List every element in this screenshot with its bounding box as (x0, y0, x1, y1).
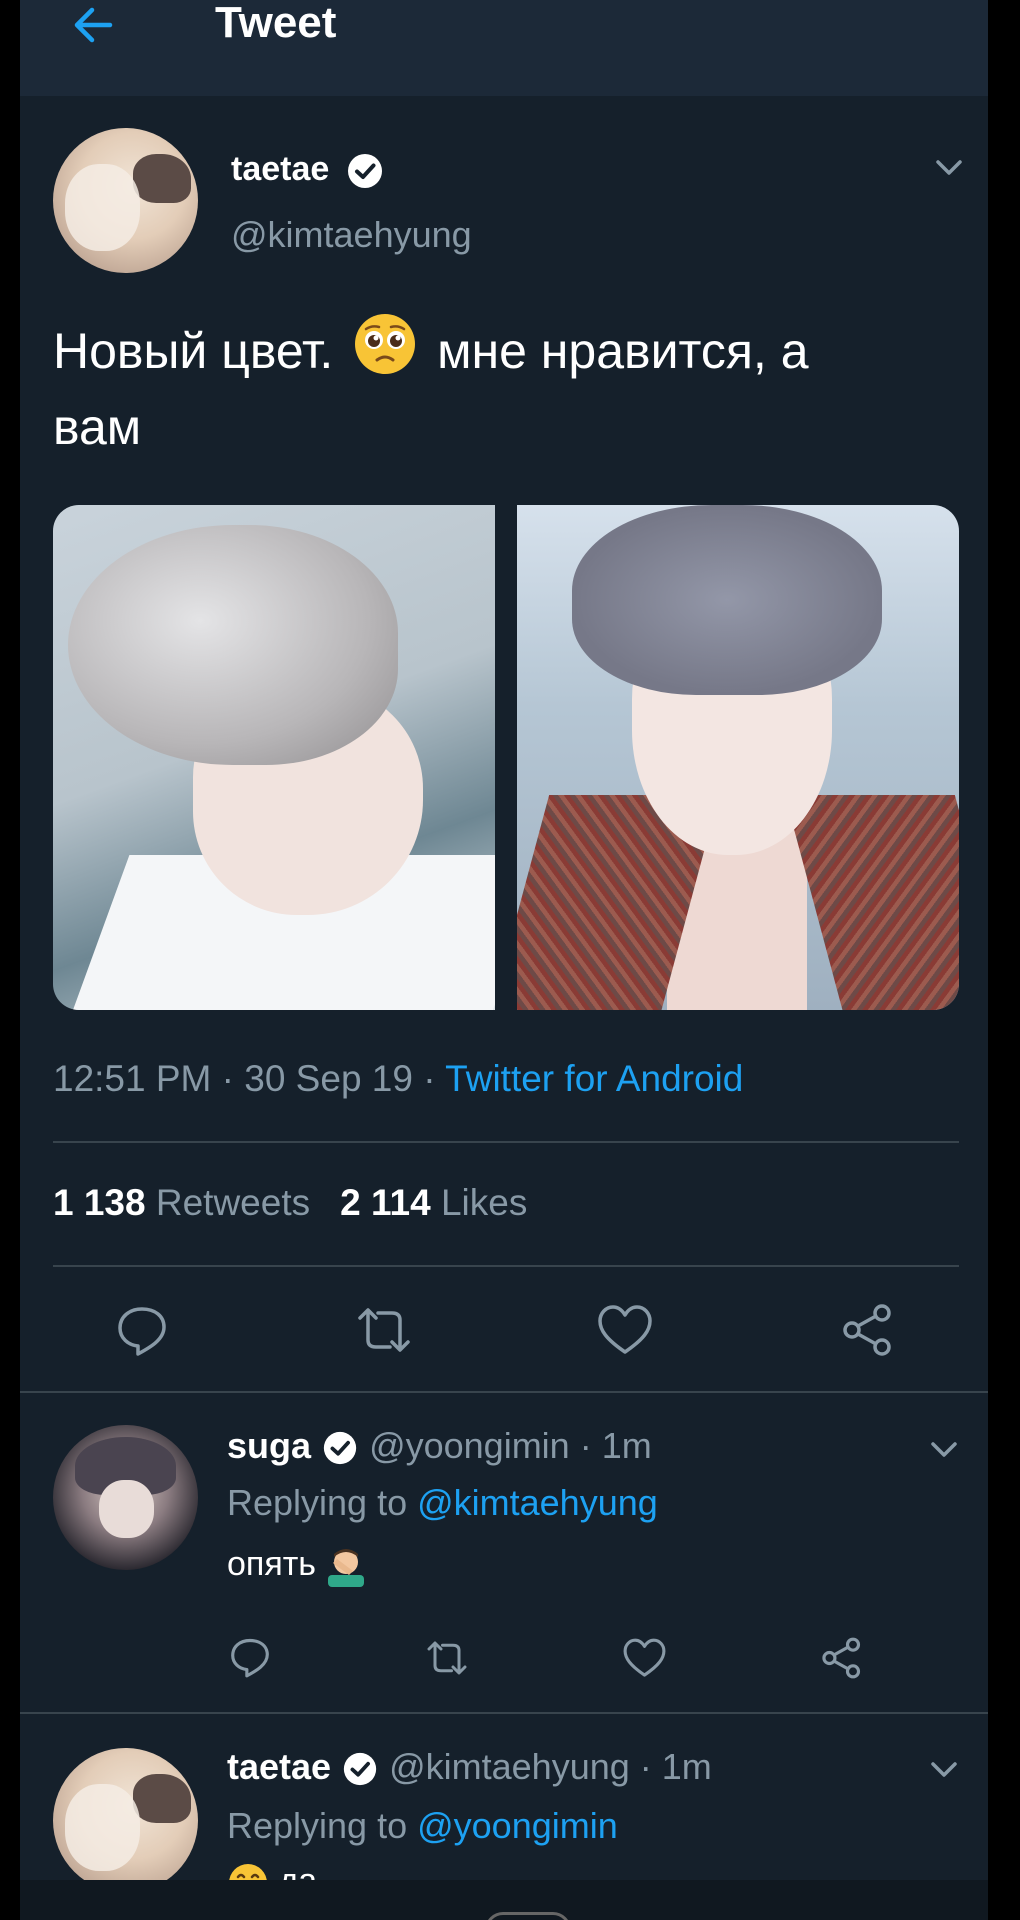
divider (53, 1141, 959, 1143)
page-title: Tweet (215, 0, 337, 47)
like-heart-icon[interactable] (622, 1636, 667, 1680)
reply-text-row: опять (227, 1545, 367, 1588)
screen-edge (988, 0, 1020, 1920)
author-name: taetae (231, 150, 330, 188)
home-indicator[interactable] (485, 1912, 571, 1920)
reply-text: опять (227, 1545, 317, 1583)
share-icon[interactable] (840, 1302, 896, 1358)
author-handle[interactable]: @kimtaehyung (231, 214, 472, 256)
retweets-stat[interactable]: 1 138 Retweets (53, 1182, 310, 1223)
tweet-timestamp: 12:51 PM · 30 Sep 19 · (53, 1058, 446, 1099)
reply-author-name[interactable]: taetae (227, 1746, 331, 1787)
reply-author-name[interactable]: suga (227, 1425, 311, 1466)
tweet-detail-screen: Tweet taetae @kimtaehyung Новый цвет. мн… (20, 0, 988, 1920)
replying-prefix: Replying to (227, 1482, 418, 1523)
reply-icon[interactable] (228, 1635, 272, 1679)
tweet-source-link[interactable]: Twitter for Android (445, 1058, 743, 1099)
replying-mention[interactable]: @yoongimin (417, 1805, 618, 1846)
chevron-down-icon[interactable] (930, 1760, 958, 1780)
top-app-bar: Tweet (20, 0, 988, 96)
replying-prefix: Replying to (227, 1805, 418, 1846)
retweet-icon[interactable] (422, 1637, 472, 1679)
tweet-text-part2: мне нравится, а (437, 323, 809, 379)
author-avatar[interactable] (53, 128, 198, 273)
replying-mention[interactable]: @kimtaehyung (417, 1482, 658, 1523)
reply-author-avatar[interactable] (53, 1425, 198, 1570)
chevron-down-icon[interactable] (930, 1440, 958, 1460)
replying-to: Replying to @yoongimin (227, 1805, 618, 1847)
like-heart-icon[interactable] (596, 1302, 654, 1358)
retweets-label: Retweets (155, 1182, 311, 1223)
tweet-photo-1[interactable] (53, 505, 495, 1010)
facepalm-emoji-icon (328, 1549, 365, 1588)
likes-count: 2 114 (340, 1182, 431, 1223)
verified-badge-icon (323, 1432, 357, 1465)
reply-time: · 1m (579, 1425, 652, 1466)
retweet-icon[interactable] (352, 1302, 416, 1358)
replying-to: Replying to @kimtaehyung (227, 1482, 658, 1524)
tweet-text: Новый цвет. мне нравится, а вам (53, 312, 973, 465)
reply-header: suga @yoongimin · 1m (227, 1425, 652, 1467)
divider (53, 1265, 959, 1267)
tweet-timestamp-source: 12:51 PM · 30 Sep 19 · Twitter for Andro… (53, 1058, 743, 1100)
tweet-stats: 1 138 Retweets 2 114 Likes (53, 1182, 527, 1224)
reply-author-avatar[interactable] (53, 1748, 198, 1893)
reply-author-handle[interactable]: @yoongimin (369, 1425, 570, 1466)
likes-label: Likes (440, 1182, 528, 1223)
verified-badge-icon (347, 154, 382, 189)
reply-icon[interactable] (114, 1302, 170, 1358)
chevron-down-icon[interactable] (935, 158, 963, 178)
pleading-face-emoji-icon (355, 314, 416, 374)
back-arrow-icon[interactable] (70, 2, 116, 48)
tweet-text-line2: вам (53, 399, 142, 455)
author-name-row[interactable]: taetae (231, 150, 385, 191)
likes-stat[interactable]: 2 114 Likes (340, 1182, 527, 1223)
divider (20, 1391, 988, 1393)
divider (20, 1712, 988, 1714)
retweets-count: 1 138 (53, 1182, 146, 1223)
reply-header: taetae @kimtaehyung · 1m (227, 1746, 712, 1788)
tweet-text-part1: Новый цвет. (53, 323, 334, 379)
tweet-photo-2[interactable] (517, 505, 959, 1010)
verified-badge-icon (343, 1753, 377, 1786)
share-icon[interactable] (820, 1636, 864, 1680)
reply-author-handle[interactable]: @kimtaehyung (389, 1746, 630, 1787)
reply-time: · 1m (639, 1746, 712, 1787)
